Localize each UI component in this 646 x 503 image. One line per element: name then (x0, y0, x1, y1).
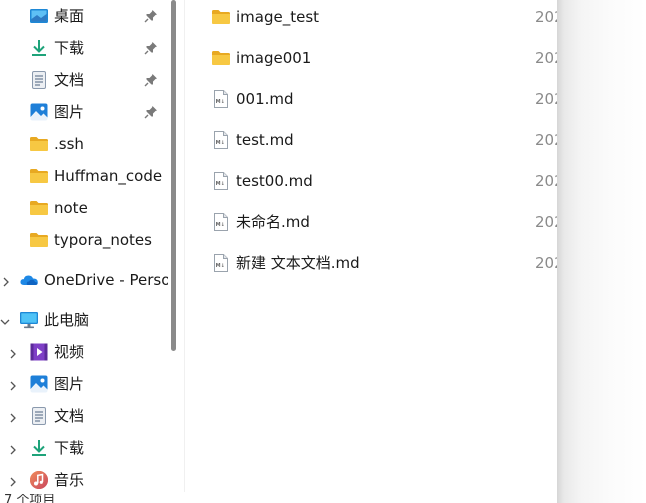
sidebar-item-pc-documents[interactable]: 文档 (0, 401, 168, 431)
file-row-markdown[interactable]: M↓ test00.md 202 (185, 165, 557, 197)
file-row-folder[interactable]: image_test 202 (185, 1, 557, 33)
sidebar-item-downloads[interactable]: 下载 (0, 33, 168, 63)
sidebar-item-label: 视频 (54, 343, 85, 361)
file-name: image001 (236, 49, 312, 67)
sidebar-item-label: OneDrive - Perso (44, 271, 168, 289)
file-date: 202 (535, 172, 557, 190)
sidebar-item-label: Huffman_code (54, 167, 163, 185)
file-row-folder[interactable]: image001 202 (185, 42, 557, 74)
file-row-markdown[interactable]: M↓ 001.md 202 (185, 83, 557, 115)
navigation-pane: 桌面 下载 文档 图片 .ssh Huffman_code note typor… (0, 0, 168, 503)
document-icon (29, 70, 49, 90)
chevron-right-icon[interactable] (8, 442, 18, 455)
folder-icon (211, 7, 231, 27)
file-name: 新建 文本文档.md (236, 254, 360, 272)
chevron-right-icon[interactable] (8, 474, 18, 487)
folder-icon (211, 48, 231, 68)
sidebar-item-videos[interactable]: 视频 (0, 337, 168, 367)
chevron-right-icon[interactable] (1, 274, 11, 287)
sidebar-item-note[interactable]: note (0, 193, 168, 223)
pictures-icon (29, 102, 49, 122)
onedrive-cloud-icon (19, 270, 39, 290)
sidebar-item-label: 文档 (54, 407, 85, 425)
chevron-right-icon[interactable] (8, 410, 18, 423)
sidebar-item-label: note (54, 199, 88, 217)
markdown-file-icon: M↓ (211, 212, 231, 232)
document-icon (29, 406, 49, 426)
sidebar-item-onedrive[interactable]: OneDrive - Perso (0, 265, 168, 295)
folder-icon (29, 166, 49, 186)
sidebar-item-desktop[interactable]: 桌面 (0, 1, 168, 31)
folder-icon (29, 134, 49, 154)
sidebar-item-label: 桌面 (54, 7, 85, 25)
folder-icon (29, 198, 49, 218)
file-date: 202 (535, 213, 557, 231)
svg-text:M↓: M↓ (216, 140, 225, 146)
file-row-markdown[interactable]: M↓ 未命名.md 202 (185, 206, 557, 238)
pictures-icon (29, 374, 49, 394)
svg-text:M↓: M↓ (216, 99, 225, 105)
chevron-down-icon[interactable] (0, 314, 10, 326)
folder-icon (29, 230, 49, 250)
pin-icon[interactable] (144, 73, 158, 87)
chevron-right-icon[interactable] (8, 378, 18, 391)
file-date: 202 (535, 49, 557, 67)
videos-icon (29, 342, 49, 362)
sidebar-item-label: 文档 (54, 71, 85, 89)
sidebar-item-pc-pictures[interactable]: 图片 (0, 369, 168, 399)
file-date: 202 (535, 90, 557, 108)
file-name: test00.md (236, 172, 313, 190)
markdown-file-icon: M↓ (211, 130, 231, 150)
sidebar-item-music[interactable]: 音乐 (0, 465, 168, 495)
sidebar-item-this-pc[interactable]: 此电脑 (0, 305, 168, 335)
svg-text:M↓: M↓ (216, 222, 225, 228)
sidebar-item-label: typora_notes (54, 231, 152, 249)
sidebar-item-label: 下载 (54, 439, 85, 457)
item-count: 7 个项目 (4, 494, 56, 503)
sidebar-item-label: 图片 (54, 103, 85, 121)
file-date: 202 (535, 254, 557, 272)
file-name: test.md (236, 131, 294, 149)
file-row-markdown[interactable]: M↓ test.md 202 (185, 124, 557, 156)
desktop-icon (29, 6, 49, 26)
chevron-right-icon[interactable] (8, 346, 18, 359)
sidebar-item-label: 此电脑 (44, 311, 90, 329)
download-icon (29, 38, 49, 58)
markdown-file-icon: M↓ (211, 89, 231, 109)
file-row-markdown[interactable]: M↓ 新建 文本文档.md 202 (185, 247, 557, 279)
sidebar-item-label: 音乐 (54, 471, 85, 489)
window-edge-shadow (557, 0, 646, 503)
sidebar-item-pc-downloads[interactable]: 下载 (0, 433, 168, 463)
status-bar: 7 个项目 (0, 494, 168, 503)
file-name: image_test (236, 8, 320, 26)
sidebar-item-documents[interactable]: 文档 (0, 65, 168, 95)
music-icon (29, 470, 49, 490)
markdown-file-icon: M↓ (211, 253, 231, 273)
file-date: 202 (535, 8, 557, 26)
pin-icon[interactable] (144, 105, 158, 119)
sidebar-item-label: 图片 (54, 375, 85, 393)
pin-icon[interactable] (144, 9, 158, 23)
download-icon (29, 438, 49, 458)
sidebar-item-pictures[interactable]: 图片 (0, 97, 168, 127)
file-name: 未命名.md (236, 213, 310, 231)
sidebar-item-label: 下载 (54, 39, 85, 57)
sidebar-item-ssh[interactable]: .ssh (0, 129, 168, 159)
file-list: image_test 202 image001 202 M↓ 001.md 20… (185, 0, 557, 503)
file-date: 202 (535, 131, 557, 149)
svg-text:M↓: M↓ (216, 263, 225, 269)
sidebar-item-huffman-code[interactable]: Huffman_code (0, 161, 168, 191)
svg-text:M↓: M↓ (216, 181, 225, 187)
sidebar-item-typora-notes[interactable]: typora_notes (0, 225, 168, 255)
sidebar-scrollbar-thumb[interactable] (171, 0, 176, 351)
markdown-file-icon: M↓ (211, 171, 231, 191)
file-explorer-window: 桌面 下载 文档 图片 .ssh Huffman_code note typor… (0, 0, 646, 503)
computer-icon (19, 310, 39, 330)
sidebar-item-label: .ssh (54, 135, 84, 153)
pin-icon[interactable] (144, 41, 158, 55)
file-name: 001.md (236, 90, 294, 108)
